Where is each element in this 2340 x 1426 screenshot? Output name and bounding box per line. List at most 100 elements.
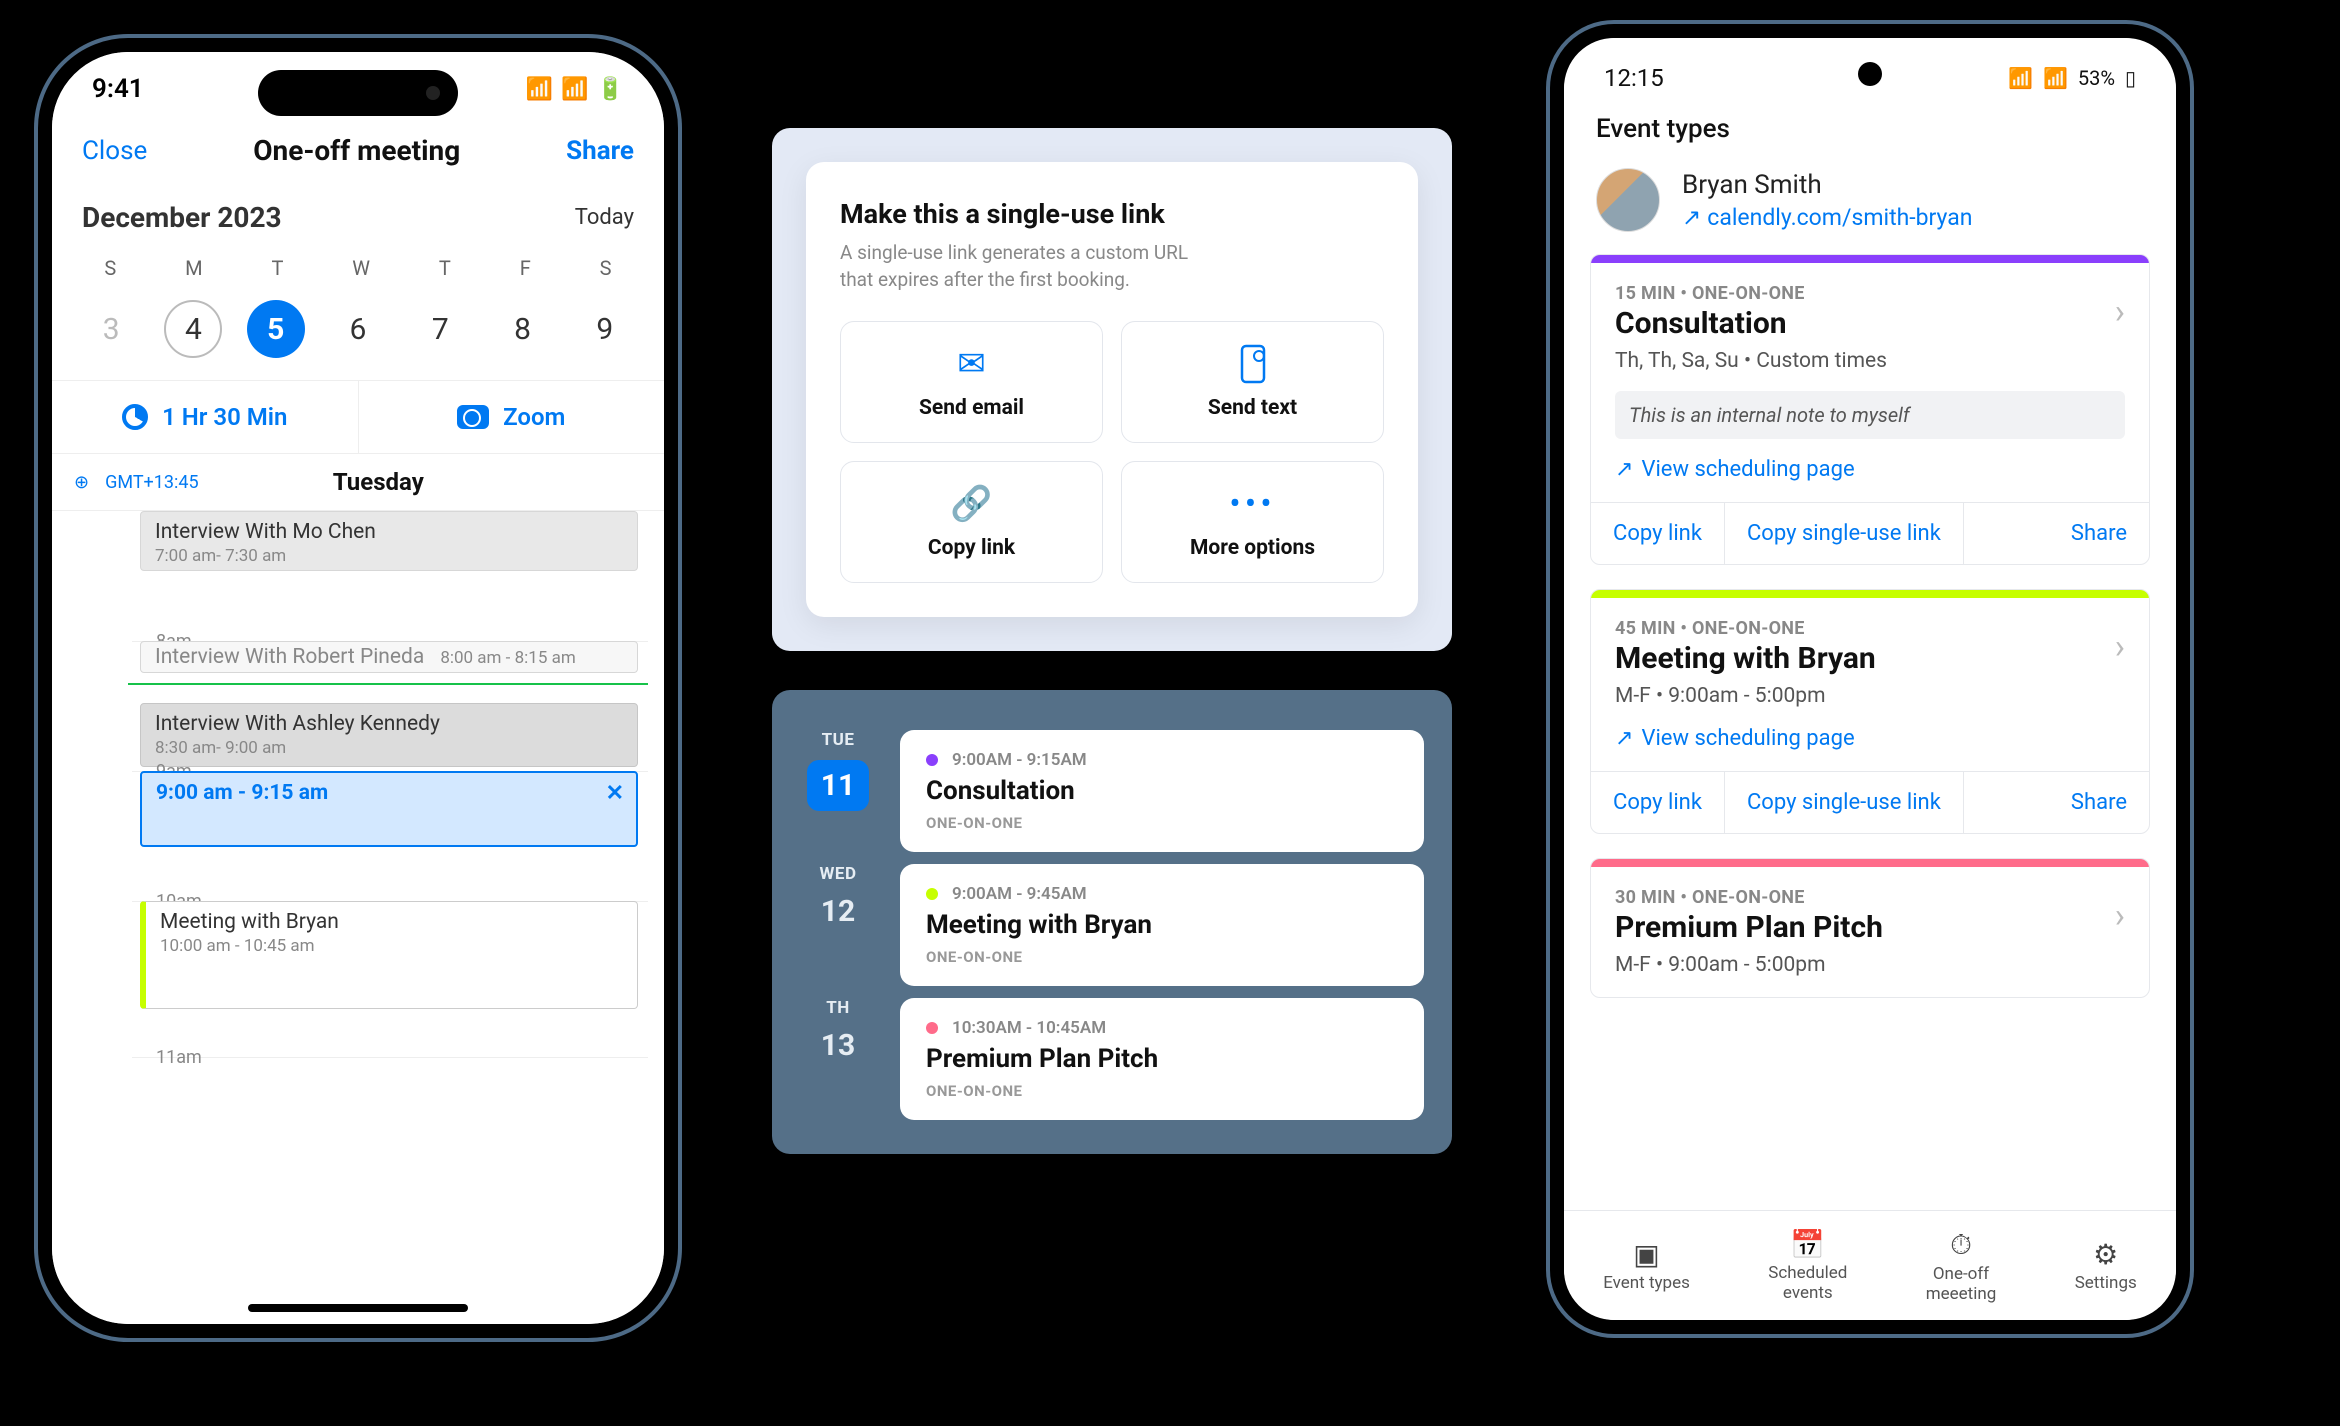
color-dot: [926, 754, 938, 766]
view-scheduling-link[interactable]: ↗View scheduling page: [1615, 457, 2125, 482]
event-type-card[interactable]: 30 MIN • ONE-ON-ONEPremium Plan Pitch›M-…: [1590, 858, 2150, 998]
weekday-row: S M T W T F S: [52, 244, 664, 292]
dynamic-island: [258, 70, 458, 116]
screen-title: One-off meeting: [253, 134, 460, 167]
chevron-right-icon: ›: [2115, 292, 2125, 332]
event-type-card[interactable]: 45 MIN • ONE-ON-ONEMeeting with Bryan›M-…: [1590, 589, 2150, 834]
share-button[interactable]: Share: [2049, 772, 2149, 833]
external-link-icon: ↗: [1682, 204, 1701, 231]
gear-icon: ⚙: [2093, 1238, 2118, 1271]
view-scheduling-link[interactable]: ↗View scheduling page: [1615, 726, 2125, 751]
duration-button[interactable]: 1 Hr 30 Min: [52, 381, 358, 453]
tab-bar: ▣ Event types 📅 Scheduled events ⏱ One-o…: [1564, 1210, 2176, 1320]
agenda-event[interactable]: Interview With Ashley Kennedy 8:30 am- 9…: [140, 703, 638, 767]
agenda-event[interactable]: Interview With Robert Pineda 8:00 am - 8…: [140, 641, 638, 673]
day-3[interactable]: 3: [82, 300, 140, 358]
tab-label: Event types: [1603, 1273, 1690, 1293]
option-label: Send email: [919, 396, 1024, 420]
today-button[interactable]: Today: [575, 205, 634, 230]
close-icon[interactable]: ✕: [606, 781, 624, 806]
copy-link-option[interactable]: 🔗 Copy link: [840, 461, 1103, 583]
day-6[interactable]: 6: [329, 300, 387, 358]
option-label: Copy link: [928, 536, 1015, 560]
one-off-icon: ⏱: [1950, 1228, 1972, 1262]
tab-settings[interactable]: ⚙ Settings: [2075, 1238, 2137, 1293]
close-button[interactable]: Close: [82, 136, 147, 166]
iphone-screen: 9:41 📶 📶 🔋 Close One-off meeting Share D…: [52, 52, 664, 1324]
scheduled-event-row: TUE119:00AM - 9:15AMConsultationONE-ON-O…: [800, 730, 1424, 852]
event-schedule: M-F • 9:00am - 5:00pm: [1615, 684, 2125, 708]
scheduled-event-row: WED12 9:00AM - 9:45AMMeeting with BryanON…: [800, 864, 1424, 986]
profile-link[interactable]: ↗ calendly.com/smith-bryan: [1682, 204, 1972, 231]
copy-single-use-button[interactable]: Copy single-use link: [1725, 503, 1964, 564]
calendar-icon: 📅: [1790, 1228, 1825, 1261]
send-email-option[interactable]: ✉︎ Send email: [840, 321, 1103, 443]
meeting-meta-row: 1 Hr 30 Min Zoom: [52, 381, 664, 454]
more-options-option[interactable]: ••• More options: [1121, 461, 1384, 583]
event-title: Consultation: [926, 776, 1398, 806]
globe-icon: ⊕: [74, 472, 89, 493]
event-meta: 15 MIN • ONE-ON-ONE: [1615, 283, 1805, 304]
agenda-event[interactable]: Interview With Mo Chen 7:00 am- 7:30 am: [140, 511, 638, 571]
event-time: 9:00 am - 9:15 am: [156, 781, 622, 805]
day-row: 3 4 5 6 7 8 9: [52, 292, 664, 381]
location-label: Zoom: [503, 403, 565, 431]
event-time: 7:00 am- 7:30 am: [155, 546, 623, 566]
option-label: Send text: [1208, 396, 1297, 420]
scheduled-event-card[interactable]: 10:30AM - 10:45AMPremium Plan PitchONE-O…: [900, 998, 1424, 1120]
day-4[interactable]: 4: [164, 300, 222, 358]
tab-one-off[interactable]: ⏱ One-off meeeting: [1926, 1228, 1997, 1304]
event-time: 8:00 am - 8:15 am: [440, 648, 575, 668]
weekday-label: TUE: [822, 730, 855, 750]
event-title: Premium Plan Pitch: [926, 1044, 1398, 1074]
copy-link-button[interactable]: Copy link: [1591, 772, 1725, 833]
iphone-frame: 9:41 📶 📶 🔋 Close One-off meeting Share D…: [38, 38, 678, 1338]
tab-event-types[interactable]: ▣ Event types: [1603, 1238, 1690, 1293]
android-screen: 12:15 📶 📶 53% ▯ Event types Bryan Smith …: [1564, 38, 2176, 1320]
date-col: TH13: [800, 998, 876, 1120]
event-schedule: Th, Th, Sa, Su • Custom times: [1615, 349, 2125, 373]
weekday: F: [520, 256, 531, 280]
weekday: M: [185, 256, 202, 280]
event-title: Meeting with Bryan: [1615, 641, 1876, 676]
weekday: S: [104, 256, 116, 280]
link-icon: 🔗: [950, 486, 992, 522]
tab-scheduled-events[interactable]: 📅 Scheduled events: [1768, 1228, 1847, 1303]
event-type: ONE-ON-ONE: [926, 1082, 1398, 1100]
event-type: ONE-ON-ONE: [926, 948, 1398, 966]
agenda-event-selected[interactable]: 9:00 am - 9:15 am ✕: [140, 771, 638, 847]
weekday: T: [271, 256, 283, 280]
timezone-row[interactable]: ⊕ GMT+13:45 Tuesday: [52, 454, 664, 511]
share-button[interactable]: Share: [2049, 503, 2149, 564]
weekday: S: [600, 256, 612, 280]
camera-cutout: [1858, 62, 1882, 86]
agenda-event[interactable]: Meeting with Bryan 10:00 am - 10:45 am: [140, 901, 638, 1009]
send-text-option[interactable]: Send text: [1121, 321, 1384, 443]
share-button[interactable]: Share: [566, 136, 634, 166]
copy-link-button[interactable]: Copy link: [1591, 503, 1725, 564]
status-time: 9:41: [92, 74, 144, 104]
day-9[interactable]: 9: [576, 300, 634, 358]
battery-icon: ▯: [2125, 66, 2136, 90]
date-col: WED12: [800, 864, 876, 986]
event-type: ONE-ON-ONE: [926, 814, 1398, 832]
month-label[interactable]: December 2023: [82, 201, 282, 234]
home-indicator[interactable]: [248, 1304, 468, 1312]
scheduled-event-card[interactable]: 9:00AM - 9:45AMMeeting with BryanONE-ON-…: [900, 864, 1424, 986]
option-label: More options: [1190, 536, 1315, 560]
internal-note: This is an internal note to myself: [1615, 391, 2125, 439]
profile-row[interactable]: Bryan Smith ↗ calendly.com/smith-bryan: [1564, 168, 2176, 254]
day-5[interactable]: 5: [247, 300, 305, 358]
copy-single-use-button[interactable]: Copy single-use link: [1725, 772, 1964, 833]
day-8[interactable]: 8: [494, 300, 552, 358]
agenda-view[interactable]: 7am Interview With Mo Chen 7:00 am- 7:30…: [52, 511, 664, 1187]
location-button[interactable]: Zoom: [358, 381, 665, 453]
event-types-icon: ▣: [1633, 1238, 1659, 1271]
weekday: T: [439, 256, 451, 280]
day-7[interactable]: 7: [411, 300, 469, 358]
single-use-card: Make this a single-use link A single-use…: [806, 162, 1418, 617]
event-actions: Copy linkCopy single-use link Share: [1591, 771, 2149, 833]
scheduled-event-card[interactable]: 9:00AM - 9:15AMConsultationONE-ON-ONE: [900, 730, 1424, 852]
card-desc: A single-use link generates a custom URL…: [840, 240, 1200, 293]
event-type-card[interactable]: 15 MIN • ONE-ON-ONEConsultation›Th, Th, …: [1590, 254, 2150, 565]
